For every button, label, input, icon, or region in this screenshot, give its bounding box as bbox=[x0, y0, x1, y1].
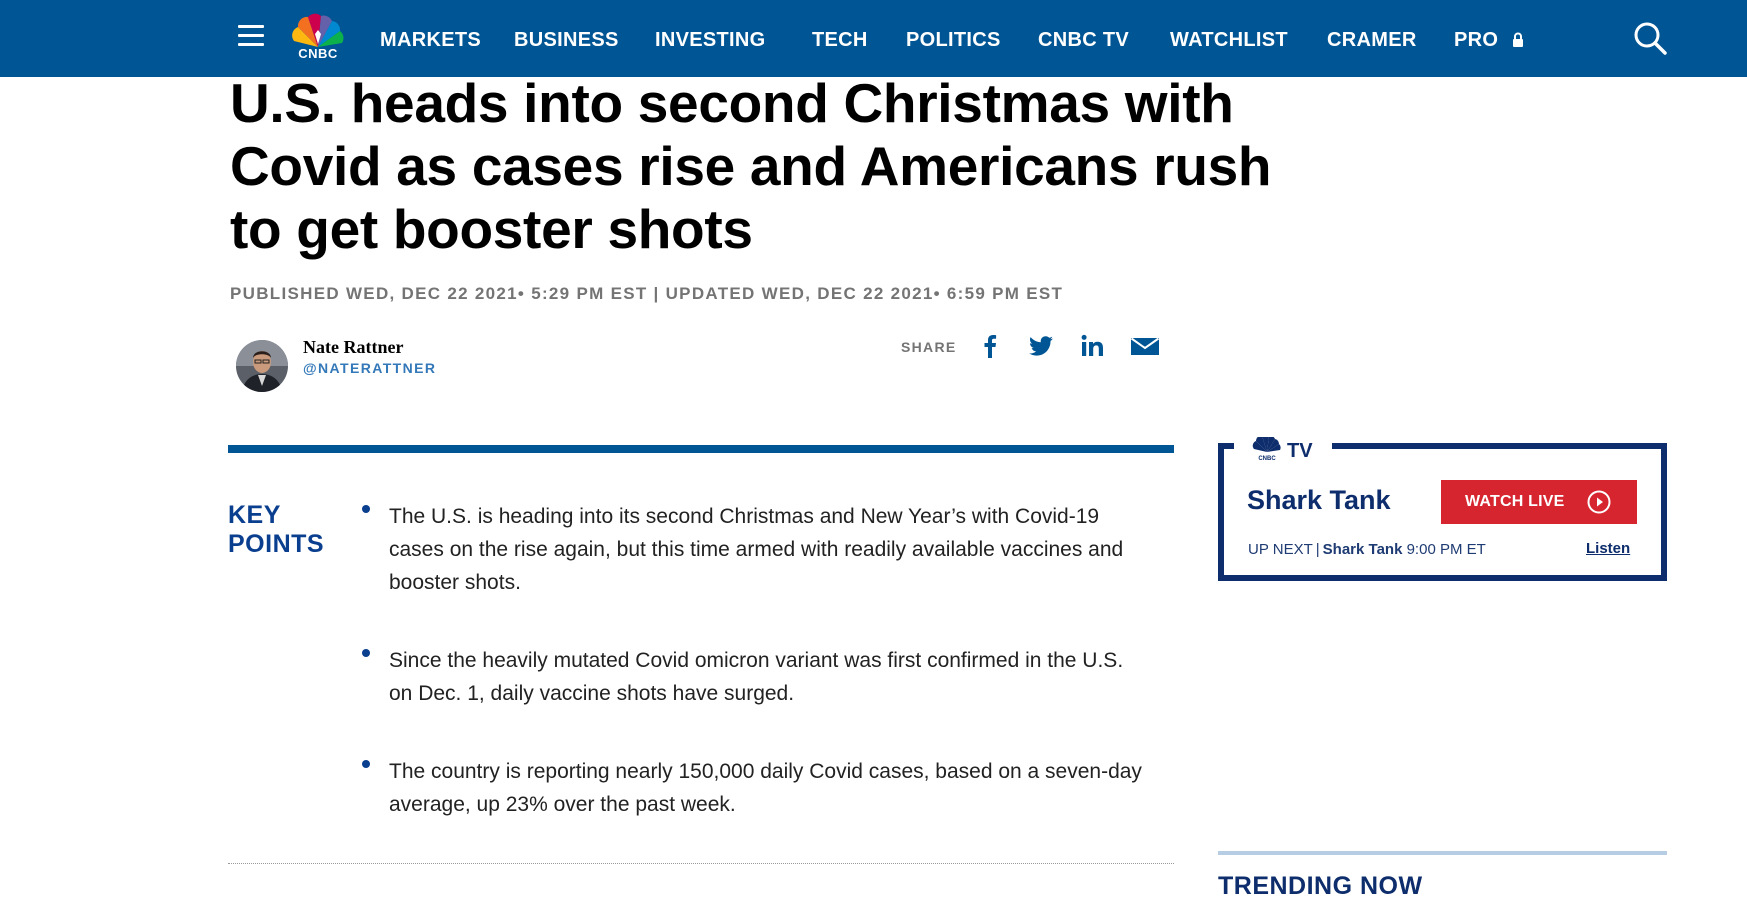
author-twitter-handle[interactable]: @NATERATTNER bbox=[303, 360, 436, 376]
up-next-separator: | bbox=[1315, 541, 1320, 558]
email-icon[interactable] bbox=[1130, 332, 1160, 360]
linkedin-icon[interactable] bbox=[1079, 332, 1107, 360]
published-date: PUBLISHED WED, DEC 22 2021• 5:29 PM EST bbox=[230, 284, 648, 303]
up-next-show: Shark Tank bbox=[1322, 541, 1403, 558]
key-points-list: The U.S. is heading into its second Chri… bbox=[362, 500, 1152, 866]
key-point-item: The U.S. is heading into its second Chri… bbox=[362, 500, 1152, 599]
nav-markets[interactable]: MARKETS bbox=[380, 29, 481, 51]
key-point-text: The country is reporting nearly 150,000 … bbox=[389, 760, 1142, 816]
nav-tech[interactable]: TECH bbox=[812, 29, 868, 51]
key-point-item: Since the heavily mutated Covid omicron … bbox=[362, 644, 1152, 710]
play-icon bbox=[1587, 490, 1611, 514]
nav-cnbc-tv[interactable]: CNBC TV bbox=[1038, 29, 1129, 51]
key-points-bottom-divider bbox=[228, 863, 1174, 864]
article-timestamp: PUBLISHED WED, DEC 22 2021• 5:29 PM EST |… bbox=[230, 284, 1063, 304]
nav-politics[interactable]: POLITICS bbox=[906, 29, 1001, 51]
author-avatar[interactable] bbox=[236, 340, 288, 392]
key-points-heading-line2: POINTS bbox=[228, 530, 325, 558]
nav-business[interactable]: BUSINESS bbox=[514, 29, 619, 51]
search-icon[interactable] bbox=[1632, 20, 1668, 56]
author-name[interactable]: Nate Rattner bbox=[303, 337, 403, 358]
up-next-info: UP NEXT | Shark Tank 9:00 PM ET bbox=[1248, 541, 1486, 558]
bullet-icon bbox=[362, 505, 370, 513]
listen-link[interactable]: Listen bbox=[1586, 540, 1630, 557]
key-point-item: The country is reporting nearly 150,000 … bbox=[362, 755, 1152, 821]
article-headline: U.S. heads into second Christmas with Co… bbox=[230, 72, 1272, 260]
key-point-text: Since the heavily mutated Covid omicron … bbox=[389, 649, 1124, 705]
facebook-icon[interactable] bbox=[976, 332, 1004, 360]
updated-date: UPDATED WED, DEC 22 2021• 6:59 PM EST bbox=[665, 284, 1064, 303]
bullet-icon bbox=[362, 649, 370, 657]
svg-text:CNBC: CNBC bbox=[1258, 456, 1276, 461]
lock-icon bbox=[1513, 32, 1523, 47]
timestamp-separator: | bbox=[653, 284, 660, 303]
top-navigation-bar: CNBC MARKETS BUSINESS INVESTING TECH POL… bbox=[0, 0, 1747, 77]
key-point-text: The U.S. is heading into its second Chri… bbox=[389, 505, 1124, 594]
hamburger-menu-icon[interactable] bbox=[238, 25, 264, 47]
live-show-title[interactable]: Shark Tank bbox=[1247, 485, 1391, 516]
trending-now-heading: TRENDING NOW bbox=[1218, 872, 1423, 897]
nav-pro[interactable]: PRO bbox=[1454, 29, 1498, 51]
nav-watchlist[interactable]: WATCHLIST bbox=[1170, 29, 1288, 51]
key-points-top-rule bbox=[228, 445, 1174, 453]
cnbc-logo-text: CNBC bbox=[298, 46, 338, 61]
cnbc-peacock-small-logo: CNBC bbox=[1252, 437, 1281, 461]
watch-live-label: WATCH LIVE bbox=[1465, 493, 1565, 510]
nav-investing[interactable]: INVESTING bbox=[655, 29, 766, 51]
up-next-label: UP NEXT bbox=[1248, 541, 1313, 558]
cnbc-tv-label: TV bbox=[1287, 440, 1313, 462]
up-next-time: 9:00 PM ET bbox=[1406, 541, 1486, 558]
share-label: SHARE bbox=[901, 339, 957, 355]
trending-top-rule bbox=[1218, 851, 1667, 855]
watch-live-button[interactable]: WATCH LIVE bbox=[1441, 480, 1637, 524]
key-points-heading: KEY POINTS bbox=[228, 501, 324, 559]
bullet-icon bbox=[362, 760, 370, 768]
nav-cramer[interactable]: CRAMER bbox=[1327, 29, 1417, 51]
key-points-heading-line1: KEY bbox=[228, 501, 281, 529]
twitter-icon[interactable] bbox=[1027, 332, 1055, 360]
